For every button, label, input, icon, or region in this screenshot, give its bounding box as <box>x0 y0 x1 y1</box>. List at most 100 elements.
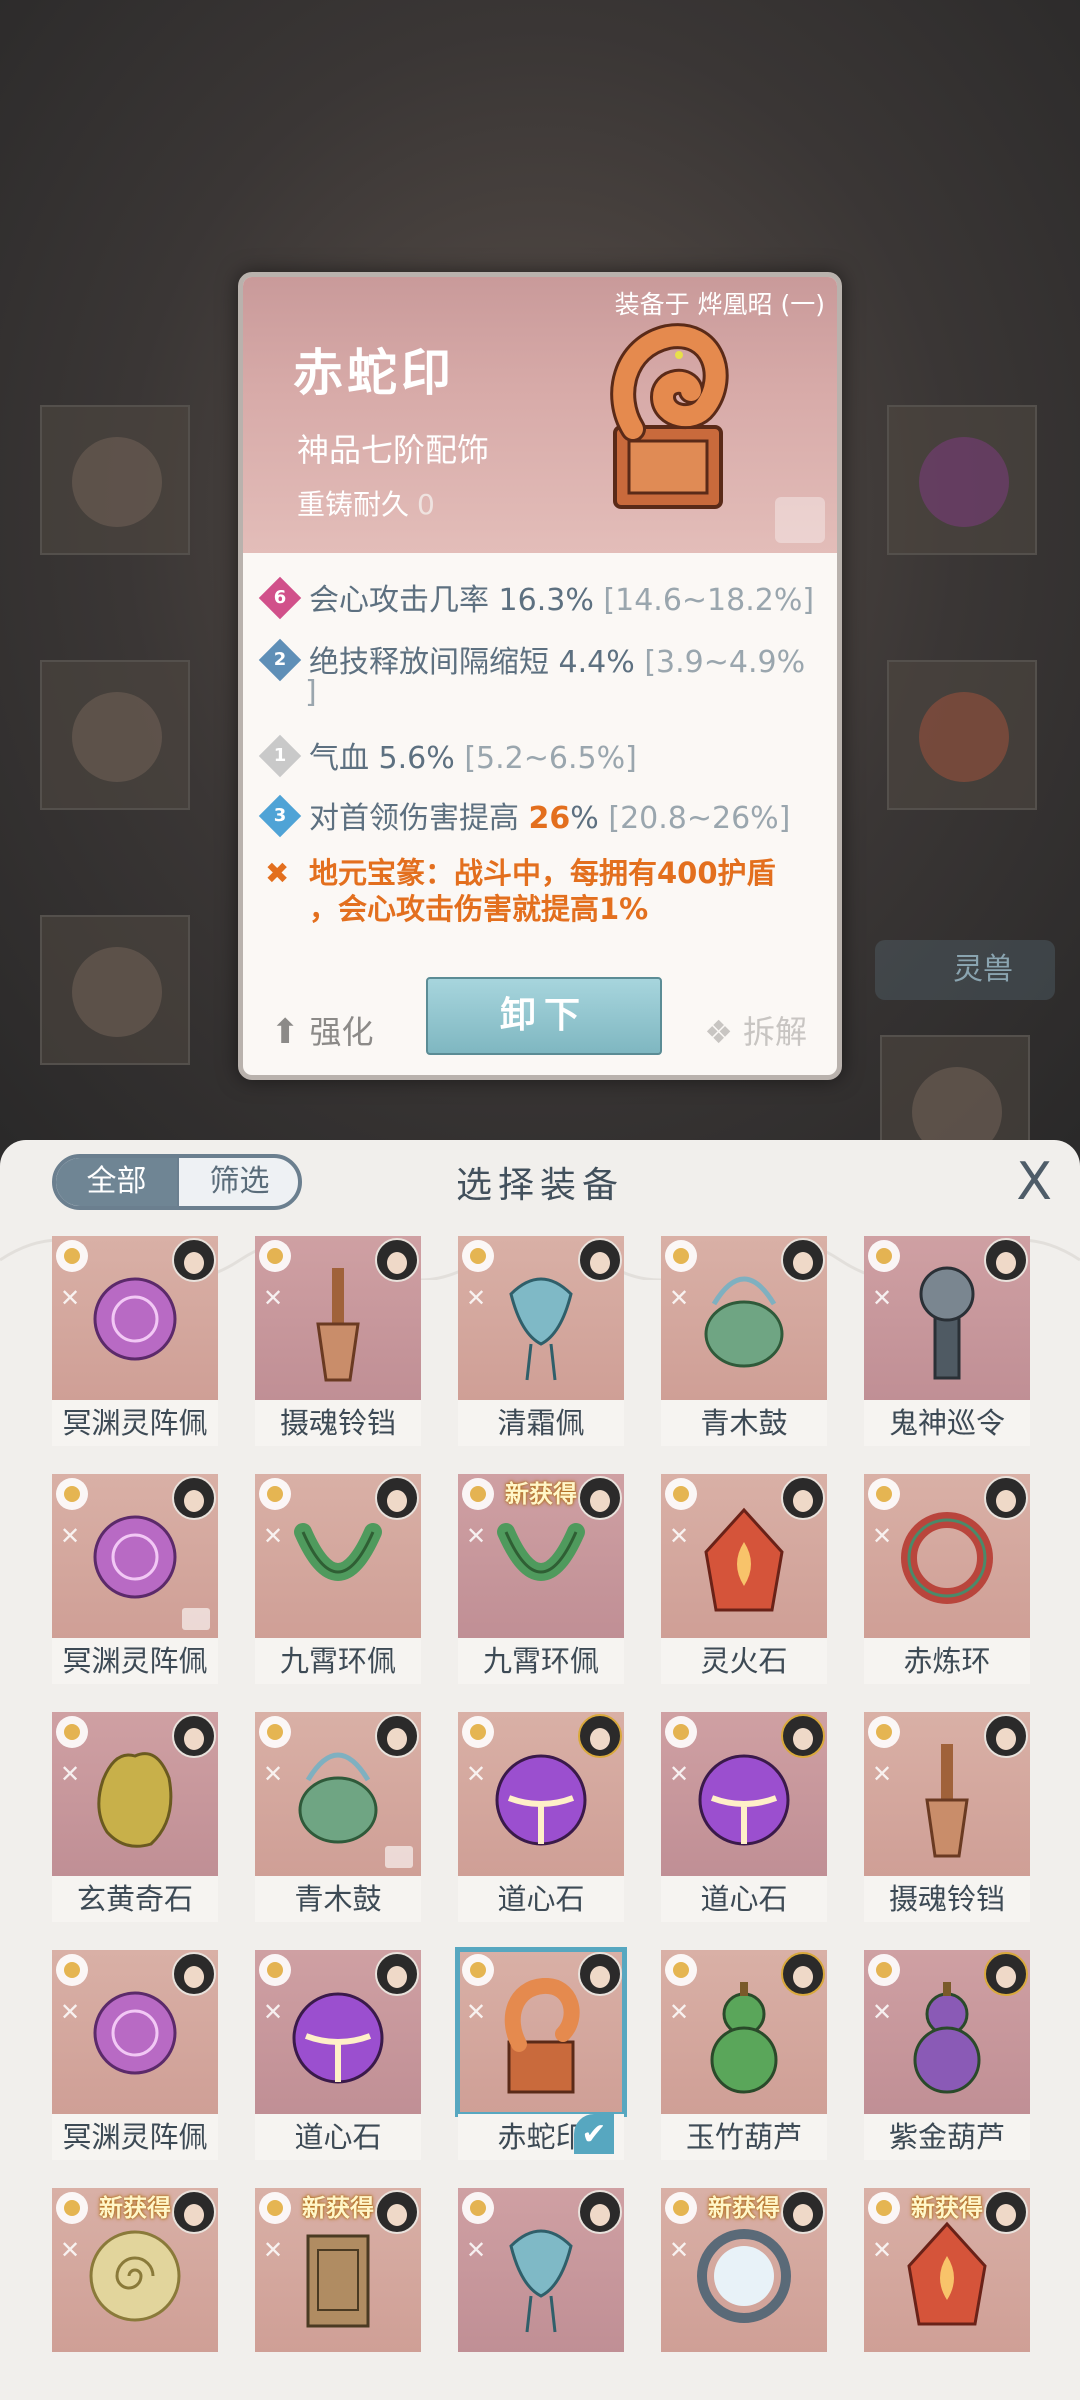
unequip-button[interactable]: 卸下 <box>426 977 662 1055</box>
equipment-item[interactable]: ✕ 玉竹葫芦 <box>661 1950 827 2160</box>
equipment-item[interactable]: ✕ 九霄环佩 <box>255 1474 421 1684</box>
fire-stone-icon <box>907 2221 987 2326</box>
orb-icon <box>698 1754 790 1846</box>
equipment-item[interactable]: ✕ 冥渊灵阵佩 <box>52 1236 218 1446</box>
equipment-item[interactable]: ✕ 赤蛇印 ✔ <box>455 1947 627 2160</box>
stat-level-icon: 6 <box>258 576 302 619</box>
set-mark-icon: ✕ <box>669 1760 690 1788</box>
set-mark-icon: ✕ <box>466 2236 487 2264</box>
stat-range-tail: ] <box>305 675 317 710</box>
item-thumbnail: ✕ <box>458 2188 624 2352</box>
gourd-icon <box>913 1982 981 2094</box>
element-icon <box>665 1478 697 1510</box>
item-thumbnail: ✕ <box>455 1947 627 2117</box>
stat-level-icon: 2 <box>258 638 302 681</box>
set-mark-icon: ✕ <box>60 2236 81 2264</box>
equipment-item[interactable]: ✕ 清霜佩 <box>458 1236 624 1446</box>
set-mark-icon: ✕ <box>60 1522 81 1550</box>
item-thumbnail: ✕ <box>52 1236 218 1400</box>
disassemble-button[interactable]: ❖ 拆解 <box>704 1007 807 1053</box>
equipment-item[interactable]: ✕ 新获得 <box>661 2188 827 2358</box>
element-icon <box>868 1240 900 1272</box>
element-icon <box>665 1716 697 1748</box>
equipment-item[interactable]: ✕ 冥渊灵阵佩 <box>52 1950 218 2160</box>
equipment-item[interactable]: ✕ 道心石 <box>661 1712 827 1922</box>
stat-row: 2 绝技释放间隔缩短 4.4% [3.9~4.9% <box>258 637 805 681</box>
set-mark-icon: ✕ <box>669 1998 690 2026</box>
item-name: 摄魂铃铛 <box>864 1876 1030 1922</box>
item-thumbnail: ✕ <box>52 1950 218 2114</box>
red-ring-icon <box>901 1512 993 1604</box>
set-mark-icon: ✕ <box>60 1998 81 2026</box>
equipment-item[interactable]: ✕ 冥渊灵阵佩 <box>52 1474 218 1684</box>
equipment-item[interactable]: ✕ 青木鼓 <box>255 1712 421 1922</box>
set-mark-icon: ✕ <box>60 1760 81 1788</box>
gourd-icon <box>710 1982 778 2094</box>
drum-icon <box>704 1276 784 1368</box>
orb-icon <box>495 1754 587 1846</box>
close-icon[interactable]: X <box>1016 1154 1052 1210</box>
element-icon <box>56 1240 88 1272</box>
equipment-item[interactable]: ✕ 灵火石 <box>661 1474 827 1684</box>
equipment-item[interactable]: ✕ 摄魂铃铛 <box>255 1236 421 1446</box>
set-mark-icon: ✕ <box>263 1998 284 2026</box>
item-thumbnail: ✕ <box>52 1474 218 1638</box>
jade-pendant-icon <box>509 1277 573 1381</box>
element-icon <box>462 2192 494 2224</box>
equipment-item[interactable]: ✕ 新获得 <box>864 2188 1030 2358</box>
set-mark-icon: ✕ <box>669 1284 690 1312</box>
item-thumbnail: ✕ <box>255 1474 421 1638</box>
stat-row: 1 气血 5.6% [5.2~6.5%] <box>258 733 637 777</box>
new-badge: 新获得 <box>505 1480 577 1508</box>
purple-disc-icon <box>93 1277 177 1361</box>
beast-tab: 灵兽 <box>875 940 1055 1000</box>
enhance-button[interactable]: ⬆ 强化 <box>271 1007 374 1053</box>
set-mark-icon: ✕ <box>872 1284 893 1312</box>
equipment-item[interactable]: ✕ 赤炼环 <box>864 1474 1030 1684</box>
element-icon <box>462 1716 494 1748</box>
equipment-item[interactable]: ✕ 玄黄奇石 <box>52 1712 218 1922</box>
equipment-item[interactable]: ✕ 道心石 <box>255 1950 421 2160</box>
stat-row: 3 对首领伤害提高 26% [20.8~26%] <box>258 793 790 837</box>
equipment-item[interactable]: ✕ 新获得 九霄环佩 <box>458 1474 624 1684</box>
equipment-item[interactable]: ✕ 摄魂铃铛 <box>864 1712 1030 1922</box>
lock-icon[interactable] <box>775 497 825 543</box>
element-icon <box>56 1478 88 1510</box>
item-name: 青木鼓 <box>255 1876 421 1922</box>
item-thumbnail: ✕ <box>255 1712 421 1876</box>
bg-equip-slot <box>40 660 190 810</box>
equipment-item[interactable]: ✕ 道心石 <box>458 1712 624 1922</box>
item-thumbnail: ✕ <box>661 1474 827 1638</box>
equipment-item[interactable]: ✕ 新获得 <box>52 2188 218 2358</box>
item-thumbnail: ✕ 新获得 <box>255 2188 421 2352</box>
item-thumbnail: ✕ <box>864 1236 1030 1400</box>
item-detail-card: 装备于 烨凰昭 (一) 赤蛇印 神品七阶配饰 重铸耐久 0 6 会心攻击几率 16.… <box>238 272 842 1080</box>
item-thumbnail: ✕ 新获得 <box>52 2188 218 2352</box>
equipment-item[interactable]: ✕ 青木鼓 <box>661 1236 827 1446</box>
new-badge: 新获得 <box>99 2194 171 2222</box>
item-name: 赤炼环 <box>864 1638 1030 1684</box>
item-thumbnail: ✕ 新获得 <box>458 1474 624 1638</box>
item-name: 玉竹葫芦 <box>661 2114 827 2160</box>
equipment-item[interactable]: ✕ 紫金葫芦 <box>864 1950 1030 2160</box>
panel-title: 选择装备 <box>455 1165 624 1206</box>
set-mark-icon: ✕ <box>466 1284 487 1312</box>
green-ring-icon <box>294 1523 382 1581</box>
equipment-item[interactable]: ✕ 鬼神巡令 <box>864 1236 1030 1446</box>
item-name: 九霄环佩 <box>255 1638 421 1684</box>
new-badge: 新获得 <box>911 2194 983 2222</box>
item-thumbnail: ✕ <box>864 1474 1030 1638</box>
element-icon <box>868 1954 900 1986</box>
fire-stone-icon <box>704 1507 784 1612</box>
purple-disc-icon <box>93 1515 177 1599</box>
yellow-stone-icon <box>97 1752 173 1848</box>
item-thumbnail: ✕ 新获得 <box>864 2188 1030 2352</box>
element-icon <box>259 1478 291 1510</box>
set-mark-icon: ✕ <box>669 2236 690 2264</box>
set-mark-icon: ✕ <box>466 1760 487 1788</box>
equipment-item[interactable]: ✕ 新获得 <box>255 2188 421 2358</box>
element-icon <box>868 1478 900 1510</box>
equipment-item[interactable]: ✕ <box>458 2188 624 2358</box>
item-name: 灵火石 <box>661 1638 827 1684</box>
item-name: 鬼神巡令 <box>864 1400 1030 1446</box>
